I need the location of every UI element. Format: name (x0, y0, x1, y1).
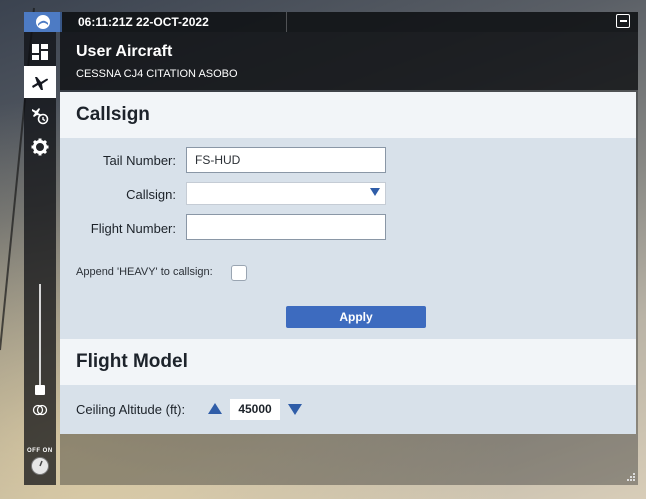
user-aircraft-icon (32, 77, 48, 90)
minimize-button[interactable] (616, 14, 630, 28)
ceiling-altitude-value[interactable]: 45000 (230, 399, 280, 420)
append-heavy-checkbox[interactable] (231, 265, 247, 281)
tail-number-input[interactable]: FS-HUD (186, 147, 386, 173)
toggle-off-label: OFF (27, 448, 41, 454)
chevron-down-icon (370, 188, 380, 196)
app-logo-icon[interactable] (24, 12, 62, 32)
opacity-slider-thumb[interactable] (35, 385, 45, 395)
resize-grip-icon[interactable] (624, 472, 636, 484)
opacity-slider-track[interactable] (39, 284, 41, 390)
page-title: User Aircraft (76, 43, 173, 60)
title-bar: 06:11:21Z 22-OCT-2022 (62, 12, 638, 32)
flight-number-label: Flight Number: (90, 221, 176, 236)
traffic-icon (32, 108, 49, 125)
section-title: Callsign (76, 104, 150, 125)
minimize-icon (619, 20, 627, 22)
toggle-on-label: ON (42, 448, 53, 454)
ceiling-altitude-label: Ceiling Altitude (ft): (76, 402, 186, 417)
callsign-label: Callsign: (126, 187, 176, 202)
overlay-toggle-knob[interactable] (31, 457, 49, 475)
ceiling-increase-button[interactable] (208, 403, 222, 414)
section-title: Flight Model (76, 351, 188, 372)
flight-model-section-header: Flight Model (60, 339, 636, 385)
sidebar-item-dashboard[interactable] (24, 36, 56, 68)
sidebar-item-traffic[interactable] (24, 99, 56, 131)
sidebar-item-user-aircraft[interactable] (24, 66, 56, 98)
tail-number-label: Tail Number: (103, 153, 176, 168)
ceiling-decrease-button[interactable] (288, 404, 302, 415)
callsign-section-header: Callsign (60, 92, 636, 138)
overlay-toggle-labels: OFF ON (27, 448, 53, 454)
utc-clock: 06:11:21Z 22-OCT-2022 (78, 15, 209, 29)
flight-number-input[interactable] (186, 214, 386, 240)
append-heavy-label: Append 'HEAVY' to callsign: (76, 266, 213, 278)
dashboard-icon (32, 44, 48, 60)
title-divider (286, 12, 287, 32)
opacity-icon (32, 404, 48, 416)
apply-button[interactable]: Apply (286, 306, 426, 328)
callsign-select[interactable] (186, 182, 386, 205)
page-header: User Aircraft CESSNA CJ4 CITATION ASOBO (60, 32, 638, 90)
aircraft-name: CESSNA CJ4 CITATION ASOBO (76, 68, 238, 80)
